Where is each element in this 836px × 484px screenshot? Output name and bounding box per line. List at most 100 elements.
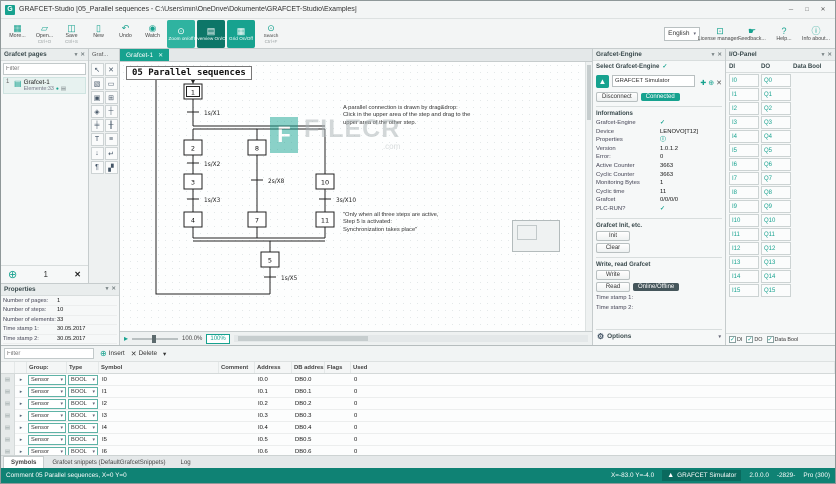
add-page-button[interactable]: ⊕ (8, 268, 17, 281)
io-filter-checkbox-data-bool[interactable]: ✓ Data Bool (766, 336, 798, 343)
pin-icon[interactable]: ▾ (712, 52, 715, 58)
toolbar-license-manager-button[interactable]: ⊡ License manager... (698, 20, 743, 48)
type-select[interactable]: BOOL ▾ (68, 447, 98, 455)
write-button[interactable]: Write (596, 269, 630, 280)
engine-select[interactable]: GRAFCET Simulator (612, 75, 696, 87)
row-handle-icon[interactable]: ▤ (1, 434, 15, 446)
palette-initial-step-tool[interactable]: ▣ (90, 91, 104, 104)
engine-target-icon[interactable]: ⊕ (708, 80, 714, 87)
symbol-table-row[interactable]: ▤ ▸ Sensor ▾ BOOL ▾ I0 I0.0 DB0.0 0 (1, 374, 835, 386)
close-icon[interactable]: ✕ (80, 52, 85, 58)
row-handle-icon[interactable]: ▤ (1, 422, 15, 434)
symbol-table-row[interactable]: ▤ ▸ Sensor ▾ BOOL ▾ I2 I0.2 DB0.2 0 (1, 398, 835, 410)
palette-zoom-region-tool[interactable]: ▧ (90, 77, 104, 90)
symbol-table-row[interactable]: ▤ ▸ Sensor ▾ BOOL ▾ I5 I0.5 DB0.5 0 (1, 434, 835, 446)
toolbar-search-button[interactable]: ⊙ Search Ctrl+F (257, 20, 285, 48)
di-cell[interactable]: I8 (729, 186, 759, 199)
toolbar-watch-button[interactable]: ◉ Watch (139, 20, 166, 48)
do-cell[interactable]: Q13 (761, 256, 791, 269)
delete-symbol-button[interactable]: ✕ Delete (131, 350, 157, 358)
di-cell[interactable]: I15 (729, 284, 759, 297)
type-select[interactable]: BOOL ▾ (68, 435, 98, 445)
tab-close-icon[interactable]: ✕ (158, 52, 163, 59)
di-cell[interactable]: I6 (729, 158, 759, 171)
symbols-filter-input[interactable] (4, 348, 94, 359)
scroll-left-icon[interactable]: ▸ (124, 334, 128, 343)
maximize-button[interactable]: □ (799, 4, 815, 16)
pin-icon[interactable]: ▾ (75, 52, 78, 58)
di-column-header[interactable]: DI (729, 63, 761, 70)
row-handle-icon[interactable]: ▤ (1, 374, 15, 386)
do-cell[interactable]: Q14 (761, 270, 791, 283)
toolbar-grid-on-off-button[interactable]: ▦ Grid On/Off (227, 19, 255, 48)
grafcet-diagram[interactable]: 1 2 3 4 8 7 10 11 5 1s/X1 1s/X2 1s/X3 2s… (120, 62, 592, 331)
di-cell[interactable]: I12 (729, 242, 759, 255)
row-expand-icon[interactable]: ▸ (15, 413, 27, 419)
palette-text-tool[interactable]: T (90, 133, 104, 146)
page-item-grafcet-1[interactable]: 1 ▤ Grafcet-1 Elemente:33 ● ▤ (3, 77, 86, 94)
di-cell[interactable]: I5 (729, 144, 759, 157)
toolbar-undo-button[interactable]: ↶ Undo (112, 20, 139, 48)
pin-icon[interactable]: ▾ (106, 286, 109, 292)
language-select[interactable]: English ▾ (664, 26, 700, 41)
type-select[interactable]: BOOL ▾ (68, 387, 98, 397)
do-cell[interactable]: Q10 (761, 214, 791, 227)
di-cell[interactable]: I0 (729, 74, 759, 87)
di-cell[interactable]: I14 (729, 270, 759, 283)
close-icon[interactable]: ✕ (111, 286, 116, 292)
do-cell[interactable]: Q7 (761, 172, 791, 185)
vertical-scrollbar-thumb[interactable] (587, 65, 591, 120)
row-expand-icon[interactable]: ▸ (15, 425, 27, 431)
row-handle-icon[interactable]: ▤ (1, 446, 15, 455)
engine-monitor-icon[interactable]: ✚ (700, 80, 706, 87)
pages-filter-input[interactable] (3, 63, 86, 75)
di-cell[interactable]: I11 (729, 228, 759, 241)
palette-step-tool[interactable]: ▭ (104, 77, 118, 90)
delete-page-button[interactable]: ✕ (74, 270, 81, 279)
bottom-tab-symbols[interactable]: Symbols (3, 456, 45, 468)
palette-transition-tool[interactable]: ┼ (104, 105, 118, 118)
horizontal-scrollbar[interactable] (233, 335, 588, 342)
overview-minimap[interactable] (512, 220, 560, 252)
di-cell[interactable]: I1 (729, 88, 759, 101)
row-handle-icon[interactable]: ▤ (1, 410, 15, 422)
zoom-slider-thumb[interactable] (152, 334, 157, 343)
disconnect-button[interactable]: Disconnect (596, 92, 638, 102)
palette-chart-tool[interactable]: ▞ (104, 161, 118, 174)
clear-button[interactable]: Clear (596, 242, 630, 253)
toolbar-help-button[interactable]: ? Help... (768, 20, 800, 48)
close-icon[interactable]: ✕ (717, 52, 722, 58)
bottom-tab-grafcet-snippets-defaultgrafcetsnippets[interactable]: Grafcet snippets (DefaultGrafcetSnippets… (45, 456, 172, 468)
palette-arrow-down-tool[interactable]: ↓ (90, 147, 104, 160)
do-cell[interactable]: Q11 (761, 228, 791, 241)
do-cell[interactable]: Q15 (761, 284, 791, 297)
do-cell[interactable]: Q12 (761, 242, 791, 255)
palette-macro-step-tool[interactable]: ⊞ (104, 91, 118, 104)
type-select[interactable]: BOOL ▾ (68, 375, 98, 385)
toolbar-overview-on-off-button[interactable]: ▤ Overview On/Off (194, 19, 228, 48)
data-bool-column-header[interactable]: Data Bool (793, 63, 832, 70)
toolbar-zoom-on-off-button[interactable]: ⊙ Zoom on/off (167, 19, 195, 48)
symbol-table-row[interactable]: ▤ ▸ Sensor ▾ BOOL ▾ I1 I0.1 DB0.1 0 (1, 386, 835, 398)
symbol-table-row[interactable]: ▤ ▸ Sensor ▾ BOOL ▾ I4 I0.4 DB0.4 0 (1, 422, 835, 434)
group-select[interactable]: Sensor ▾ (28, 447, 66, 455)
row-expand-icon[interactable]: ▸ (15, 401, 27, 407)
toolbar-new-button[interactable]: ▯ New (85, 20, 112, 48)
do-cell[interactable]: Q0 (761, 74, 791, 87)
di-cell[interactable]: I10 (729, 214, 759, 227)
palette-alternative-branch-tool[interactable]: ╫ (104, 119, 118, 132)
di-cell[interactable]: I13 (729, 256, 759, 269)
tab-grafcet-1[interactable]: Grafcet-1 ✕ (120, 49, 170, 61)
row-handle-icon[interactable]: ▤ (1, 386, 15, 398)
do-cell[interactable]: Q2 (761, 102, 791, 115)
group-select[interactable]: Sensor ▾ (28, 399, 66, 409)
vertical-scrollbar[interactable] (585, 62, 592, 331)
symbol-table-row[interactable]: ▤ ▸ Sensor ▾ BOOL ▾ I3 I0.3 DB0.3 0 (1, 410, 835, 422)
palette-parallel-branch-tool[interactable]: ╪ (90, 119, 104, 132)
toolbar-feedback-button[interactable]: ☛ Feedback... (736, 20, 768, 48)
zoom-slider[interactable] (132, 334, 179, 343)
insert-symbol-button[interactable]: ⊕ Insert (100, 349, 125, 358)
group-select[interactable]: Sensor ▾ (28, 423, 66, 433)
palette-enclosing-step-tool[interactable]: ◈ (90, 105, 104, 118)
palette-comment-tool[interactable]: ¶ (90, 161, 104, 174)
